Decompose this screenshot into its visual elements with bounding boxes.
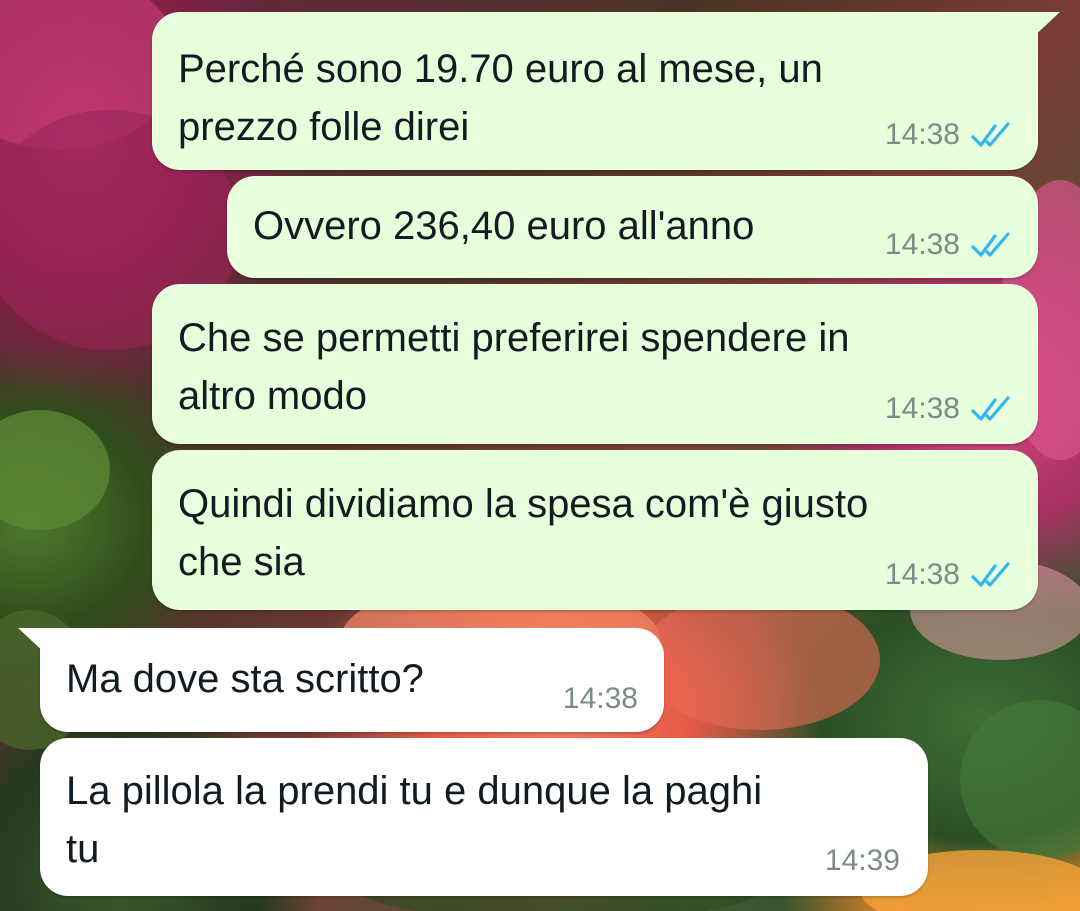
message-text: Ma dove sta scritto? (66, 657, 424, 701)
outgoing-message-bubble[interactable]: Che se permetti preferirei spendere in a… (152, 284, 1038, 444)
message-meta: 14:38 (885, 558, 1014, 592)
message-meta: 14:39 (825, 844, 900, 878)
outgoing-message-bubble[interactable]: Ovvero 236,40 euro all'anno 14:38 (227, 176, 1038, 278)
message-meta: 14:38 (885, 228, 1014, 262)
message-meta: 14:38 (885, 392, 1014, 426)
message-time: 14:38 (884, 118, 960, 151)
message-time: 14:39 (824, 844, 900, 877)
outgoing-message-bubble[interactable]: Perché sono 19.70 euro al mese, un prezz… (152, 12, 1038, 170)
message-meta: 14:38 (563, 682, 638, 716)
bubble-tail (18, 628, 46, 654)
incoming-message-bubble[interactable]: Ma dove sta scritto? 14:38 (40, 628, 664, 732)
message-time: 14:38 (884, 558, 960, 591)
incoming-message-bubble[interactable]: La pillola la prendi tu e dunque la pagh… (40, 738, 928, 896)
message-time: 14:38 (562, 682, 638, 715)
double-check-icon (971, 122, 1010, 147)
message-meta: 14:38 (885, 118, 1014, 152)
message-text: Quindi dividiamo la spesa com'è giusto c… (178, 482, 869, 584)
bubble-tail (1030, 12, 1060, 40)
message-text: Perché sono 19.70 euro al mese, un prezz… (178, 47, 823, 149)
double-check-icon (971, 562, 1010, 587)
message-text: Ovvero 236,40 euro all'anno (253, 204, 755, 248)
double-check-icon (971, 232, 1010, 257)
double-check-icon (971, 396, 1010, 421)
message-time: 14:38 (884, 392, 960, 425)
outgoing-message-bubble[interactable]: Quindi dividiamo la spesa com'è giusto c… (152, 450, 1038, 610)
message-text: La pillola la prendi tu e dunque la pagh… (66, 769, 763, 871)
message-time: 14:38 (884, 228, 960, 261)
message-text: Che se permetti preferirei spendere in a… (178, 316, 850, 418)
